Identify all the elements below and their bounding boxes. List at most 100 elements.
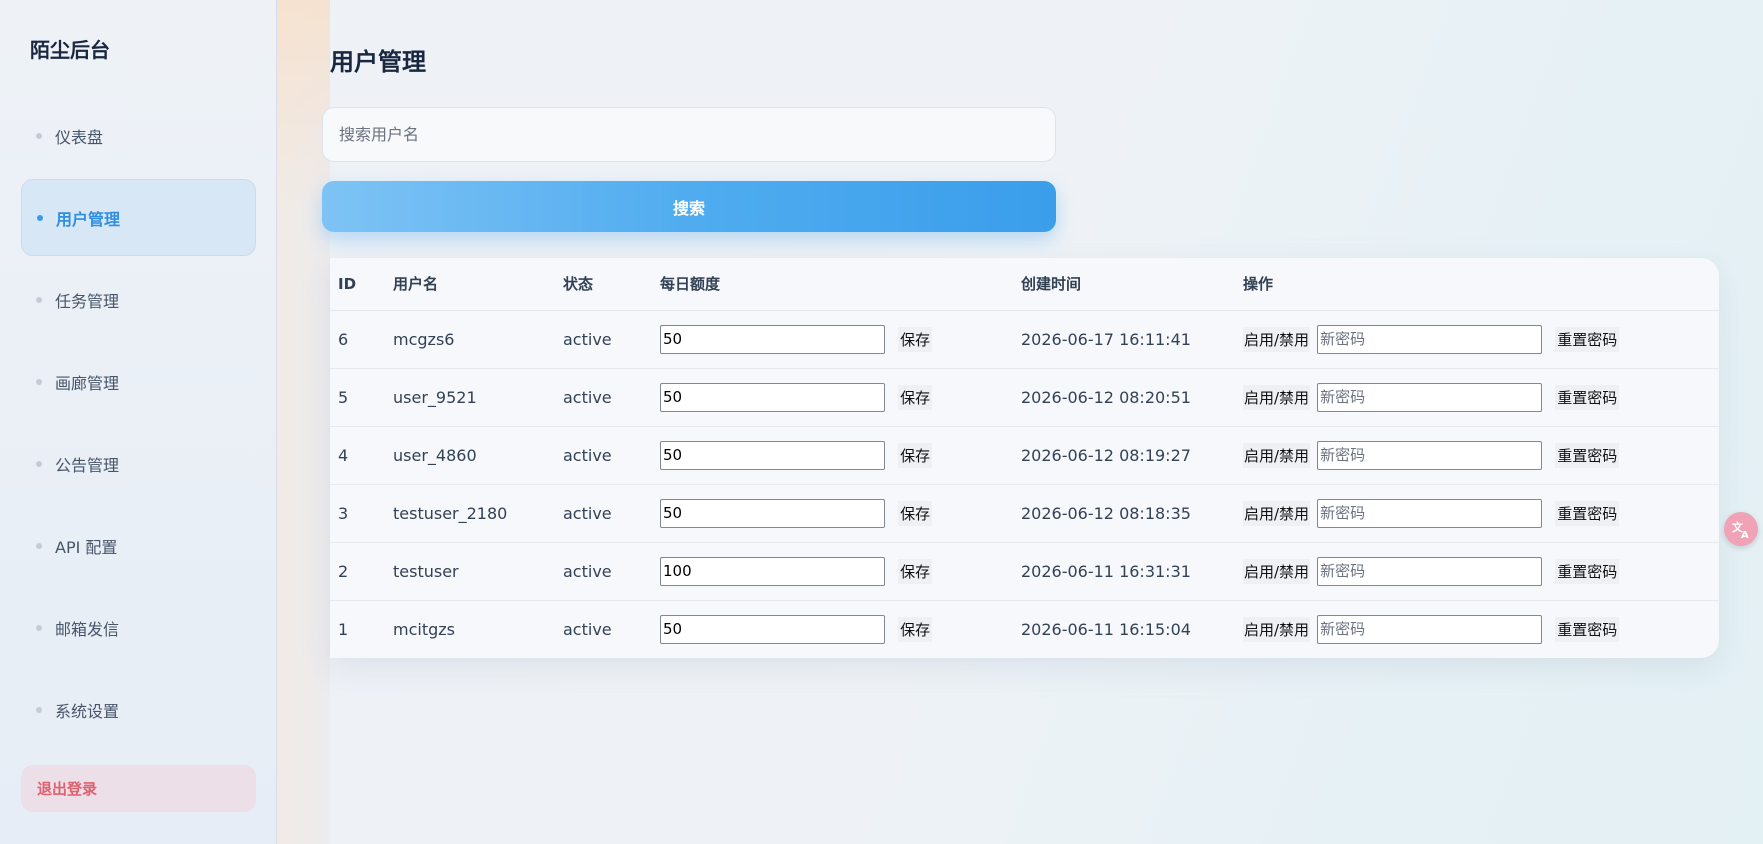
cell-username: testuser <box>393 561 459 581</box>
cell-created: 2026-06-12 08:20:51 <box>1021 387 1191 407</box>
quota-input[interactable] <box>660 324 885 354</box>
dot-icon <box>36 296 42 303</box>
cell-id: 1 <box>338 619 349 639</box>
table-row: 1 mcitgzs active 保存 2026-06-11 16:15:04 … <box>330 600 1719 658</box>
cell-id: 4 <box>338 445 349 465</box>
cell-actions: 启用/禁用 重置密码 <box>1243 368 1719 426</box>
search-button[interactable]: 搜索 <box>322 181 1056 232</box>
sidebar-item-label: API 配置 <box>55 537 118 557</box>
cell-status: active <box>563 387 612 407</box>
quota-input[interactable] <box>660 556 885 586</box>
cell-quota: 保存 <box>660 310 1021 368</box>
cell-created: 2026-06-17 16:11:41 <box>1021 329 1191 349</box>
cell-id: 2 <box>338 561 349 581</box>
reset-password-button[interactable]: 重置密码 <box>1555 558 1620 584</box>
save-quota-button[interactable]: 保存 <box>898 500 933 526</box>
cell-quota: 保存 <box>660 368 1021 426</box>
sidebar-item-label: 用户管理 <box>56 209 121 229</box>
logout-button[interactable]: 退出登录 <box>21 765 256 812</box>
save-quota-button[interactable]: 保存 <box>898 326 933 352</box>
table-row: 4 user_4860 active 保存 2026-06-12 08:19:2… <box>330 426 1719 484</box>
cell-quota: 保存 <box>660 542 1021 600</box>
cell-status: active <box>563 329 612 349</box>
toggle-status-button[interactable]: 启用/禁用 <box>1243 500 1311 526</box>
reset-password-button[interactable]: 重置密码 <box>1555 384 1620 410</box>
cell-username: mcitgzs <box>393 619 455 639</box>
sidebar-item-gallery[interactable]: 画廊管理 <box>21 343 256 420</box>
toggle-status-button[interactable]: 启用/禁用 <box>1243 384 1311 410</box>
quota-input[interactable] <box>660 382 885 412</box>
header-username: 用户名 <box>393 258 563 311</box>
sidebar-item-mail[interactable]: 邮箱发信 <box>21 589 256 666</box>
cell-actions: 启用/禁用 重置密码 <box>1243 426 1719 484</box>
header-actions: 操作 <box>1243 258 1719 311</box>
toggle-status-button[interactable]: 启用/禁用 <box>1243 558 1311 584</box>
table-header-row: ID 用户名 状态 每日额度 创建时间 操作 <box>330 258 1719 311</box>
cell-status: active <box>563 619 612 639</box>
reset-password-button[interactable]: 重置密码 <box>1555 326 1620 352</box>
translate-glyph-icon: 文 A <box>1732 520 1749 540</box>
cell-created: 2026-06-11 16:15:04 <box>1021 619 1191 639</box>
cell-actions: 启用/禁用 重置密码 <box>1243 310 1719 368</box>
cell-actions: 启用/禁用 重置密码 <box>1243 600 1719 658</box>
sidebar-item-label: 公告管理 <box>55 455 120 475</box>
reset-password-button[interactable]: 重置密码 <box>1555 500 1620 526</box>
toggle-status-button[interactable]: 启用/禁用 <box>1243 616 1311 642</box>
cell-created: 2026-06-11 16:31:31 <box>1021 561 1191 581</box>
header-quota: 每日额度 <box>660 258 1021 311</box>
new-password-input[interactable] <box>1317 556 1543 586</box>
dot-icon <box>36 378 42 385</box>
translate-icon[interactable]: 文 A <box>1724 512 1758 546</box>
dot-icon <box>36 542 42 549</box>
cell-username: user_9521 <box>393 387 477 407</box>
cell-id: 6 <box>338 329 349 349</box>
cell-quota: 保存 <box>660 600 1021 658</box>
new-password-input[interactable] <box>1317 382 1543 412</box>
sidebar: 陌尘后台 仪表盘 用户管理 任务管理 画廊管理 公告管理 API 配置 邮箱发信 <box>0 0 277 844</box>
quota-input[interactable] <box>660 498 885 528</box>
cell-created: 2026-06-12 08:19:27 <box>1021 445 1191 465</box>
cell-username: mcgzs6 <box>393 329 455 349</box>
sidebar-item-label: 系统设置 <box>55 701 120 721</box>
search-input[interactable] <box>322 107 1056 162</box>
sidebar-item-settings[interactable]: 系统设置 <box>21 671 256 748</box>
reset-password-button[interactable]: 重置密码 <box>1555 616 1620 642</box>
save-quota-button[interactable]: 保存 <box>898 384 933 410</box>
sidebar-item-api-config[interactable]: API 配置 <box>21 507 256 584</box>
toggle-status-button[interactable]: 启用/禁用 <box>1243 442 1311 468</box>
table-row: 5 user_9521 active 保存 2026-06-12 08:20:5… <box>330 368 1719 426</box>
cell-quota: 保存 <box>660 426 1021 484</box>
cell-id: 5 <box>338 387 349 407</box>
new-password-input[interactable] <box>1317 324 1543 354</box>
dot-icon <box>37 214 43 221</box>
sidebar-item-tasks[interactable]: 任务管理 <box>21 261 256 338</box>
header-id: ID <box>330 258 393 311</box>
cell-username: user_4860 <box>393 445 477 465</box>
sidebar-item-users[interactable]: 用户管理 <box>21 179 256 256</box>
reset-password-button[interactable]: 重置密码 <box>1555 442 1620 468</box>
save-quota-button[interactable]: 保存 <box>898 616 933 642</box>
quota-input[interactable] <box>660 614 885 644</box>
sidebar-item-label: 邮箱发信 <box>55 619 120 639</box>
cell-status: active <box>563 503 612 523</box>
quota-input[interactable] <box>660 440 885 470</box>
sidebar-item-label: 仪表盘 <box>55 127 104 147</box>
sidebar-item-announcements[interactable]: 公告管理 <box>21 425 256 502</box>
header-created: 创建时间 <box>1021 258 1243 311</box>
new-password-input[interactable] <box>1317 498 1543 528</box>
toggle-status-button[interactable]: 启用/禁用 <box>1243 326 1311 352</box>
header-status: 状态 <box>563 258 660 311</box>
sidebar-item-label: 画廊管理 <box>55 373 120 393</box>
cell-status: active <box>563 561 612 581</box>
main-content: 用户管理 搜索 ID 用户名 状态 每日额度 创建时间 操作 6 mcgzs6 … <box>322 0 1763 844</box>
new-password-input[interactable] <box>1317 440 1543 470</box>
cell-created: 2026-06-12 08:18:35 <box>1021 503 1191 523</box>
save-quota-button[interactable]: 保存 <box>898 442 933 468</box>
cell-username: testuser_2180 <box>393 503 508 523</box>
cell-actions: 启用/禁用 重置密码 <box>1243 484 1719 542</box>
sidebar-item-dashboard[interactable]: 仪表盘 <box>21 97 256 174</box>
save-quota-button[interactable]: 保存 <box>898 558 933 584</box>
new-password-input[interactable] <box>1317 614 1543 644</box>
dot-icon <box>36 706 42 713</box>
table-row: 3 testuser_2180 active 保存 2026-06-12 08:… <box>330 484 1719 542</box>
